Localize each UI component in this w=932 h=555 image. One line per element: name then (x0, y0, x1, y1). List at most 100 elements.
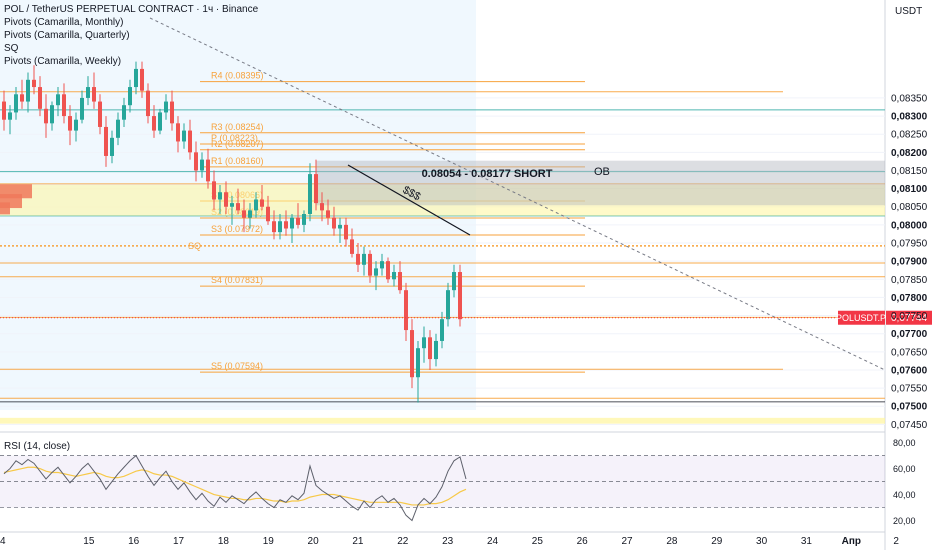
sq-zone-bottom (0, 417, 885, 424)
candle-body (428, 337, 432, 360)
x-tick-label: 25 (532, 536, 544, 547)
candle-body (404, 290, 408, 331)
y-tick-label: 0,08050 (891, 202, 928, 213)
y-tick-label: 0,08250 (891, 130, 928, 141)
candle-body (2, 101, 6, 120)
candle-body (26, 79, 30, 102)
y-tick-label: 0,07650 (891, 347, 928, 358)
x-tick-label: 19 (263, 536, 275, 547)
candle-body (38, 87, 42, 109)
x-tick-label: 23 (442, 536, 454, 547)
candle-body (398, 272, 402, 291)
candle-body (236, 203, 240, 211)
candle-body (158, 112, 162, 131)
candle-body (278, 221, 282, 233)
candle-body (230, 203, 234, 207)
x-tick-label: 2 (893, 536, 899, 547)
candle-body (152, 116, 156, 131)
pivot-label: R2 (0.08207) (211, 139, 264, 149)
candle-body (8, 112, 12, 120)
candle-body (212, 181, 216, 200)
candle-body (194, 152, 198, 171)
indicator-legend-2[interactable]: SQ (4, 42, 258, 55)
indicator-legend-3[interactable]: Pivots (Camarilla, Weekly) (4, 55, 258, 68)
pivot-label: R3 (0.08254) (211, 122, 264, 132)
candle-body (134, 68, 138, 88)
candle-body (272, 221, 276, 233)
indicator-legend-0[interactable]: Pivots (Camarilla, Monthly) (4, 16, 258, 29)
rsi-legend: RSI (14, close) (4, 441, 70, 452)
candle-body (344, 224, 348, 240)
y-tick-label: 0,07800 (891, 293, 928, 304)
candle-body (320, 203, 324, 211)
candle-body (176, 123, 180, 142)
candle-body (290, 217, 294, 229)
ob-label: OB (594, 166, 610, 178)
candle-body (302, 214, 306, 225)
candle-body (164, 101, 168, 113)
volume-profile-bar (0, 202, 10, 215)
x-tick-label: 30 (756, 536, 768, 547)
y-tick-label: 0,07450 (891, 420, 928, 431)
candle-body (50, 105, 54, 124)
candle-body (86, 87, 90, 98)
candle-body (380, 261, 384, 269)
y-tick-label: 0,07550 (891, 384, 928, 395)
candle-body (122, 105, 126, 120)
x-tick-label: Апр (842, 536, 861, 547)
rsi-y-tick-label: 80,00 (893, 438, 916, 448)
candle-body (308, 174, 312, 214)
x-tick-label: 28 (666, 536, 678, 547)
rsi-y-tick-label: 20,00 (893, 516, 916, 526)
candle-body (254, 199, 258, 211)
candle-body (62, 94, 66, 117)
candle-body (452, 272, 456, 291)
candle-body (446, 290, 450, 320)
pivot-label: R4 (0.08395) (211, 71, 264, 81)
candle-body (410, 330, 414, 378)
candle-body (242, 210, 246, 218)
candle-body (218, 192, 222, 200)
candle-body (32, 79, 36, 88)
candle-body (314, 174, 318, 204)
y-tick-label: 0,07900 (891, 257, 928, 268)
y-tick-label: 0,08000 (891, 220, 928, 231)
candle-body (374, 268, 378, 276)
indicator-legend-1[interactable]: Pivots (Camarilla, Quarterly) (4, 29, 258, 42)
candle-body (182, 130, 186, 142)
y-tick-label: 0,08100 (891, 184, 928, 195)
candle-body (80, 97, 84, 120)
ob-zone-label: 0.08054 - 0.08177 SHORT (422, 168, 553, 180)
candle-body (116, 119, 120, 138)
price-chart[interactable]: R4 (0.08395)R3 (0.08254)P (0.08223)R2 (0… (0, 0, 932, 550)
candle-body (56, 94, 60, 106)
candle-body (224, 192, 228, 207)
candle-body (458, 272, 462, 320)
candle-body (266, 206, 270, 222)
y-tick-label: 0,07700 (891, 329, 928, 340)
y-tick-label: 0,08200 (891, 148, 928, 159)
candle-body (188, 130, 192, 153)
x-tick-label: 20 (308, 536, 320, 547)
candle-body (368, 253, 372, 276)
candle-body (356, 253, 360, 265)
candle-body (422, 337, 426, 349)
x-tick-label: 26 (577, 536, 589, 547)
candle-body (14, 94, 18, 113)
y-tick-label: 0,08300 (891, 112, 928, 123)
candle-body (68, 116, 72, 131)
candle-body (98, 101, 102, 127)
y-tick-label: 0,07500 (891, 402, 928, 413)
candle-body (338, 224, 342, 229)
pivot-label: S3 (0.07972) (211, 224, 263, 234)
x-tick-label: 4 (0, 536, 6, 547)
candle-body (92, 87, 96, 102)
y-tick-label: 0,08150 (891, 166, 928, 177)
x-tick-label: 17 (173, 536, 185, 547)
y-tick-label: 0,08350 (891, 93, 928, 104)
x-tick-label: 29 (711, 536, 723, 547)
x-tick-label: 24 (487, 536, 499, 547)
candle-body (326, 210, 330, 218)
candle-body (128, 87, 132, 106)
candle-body (260, 199, 264, 207)
